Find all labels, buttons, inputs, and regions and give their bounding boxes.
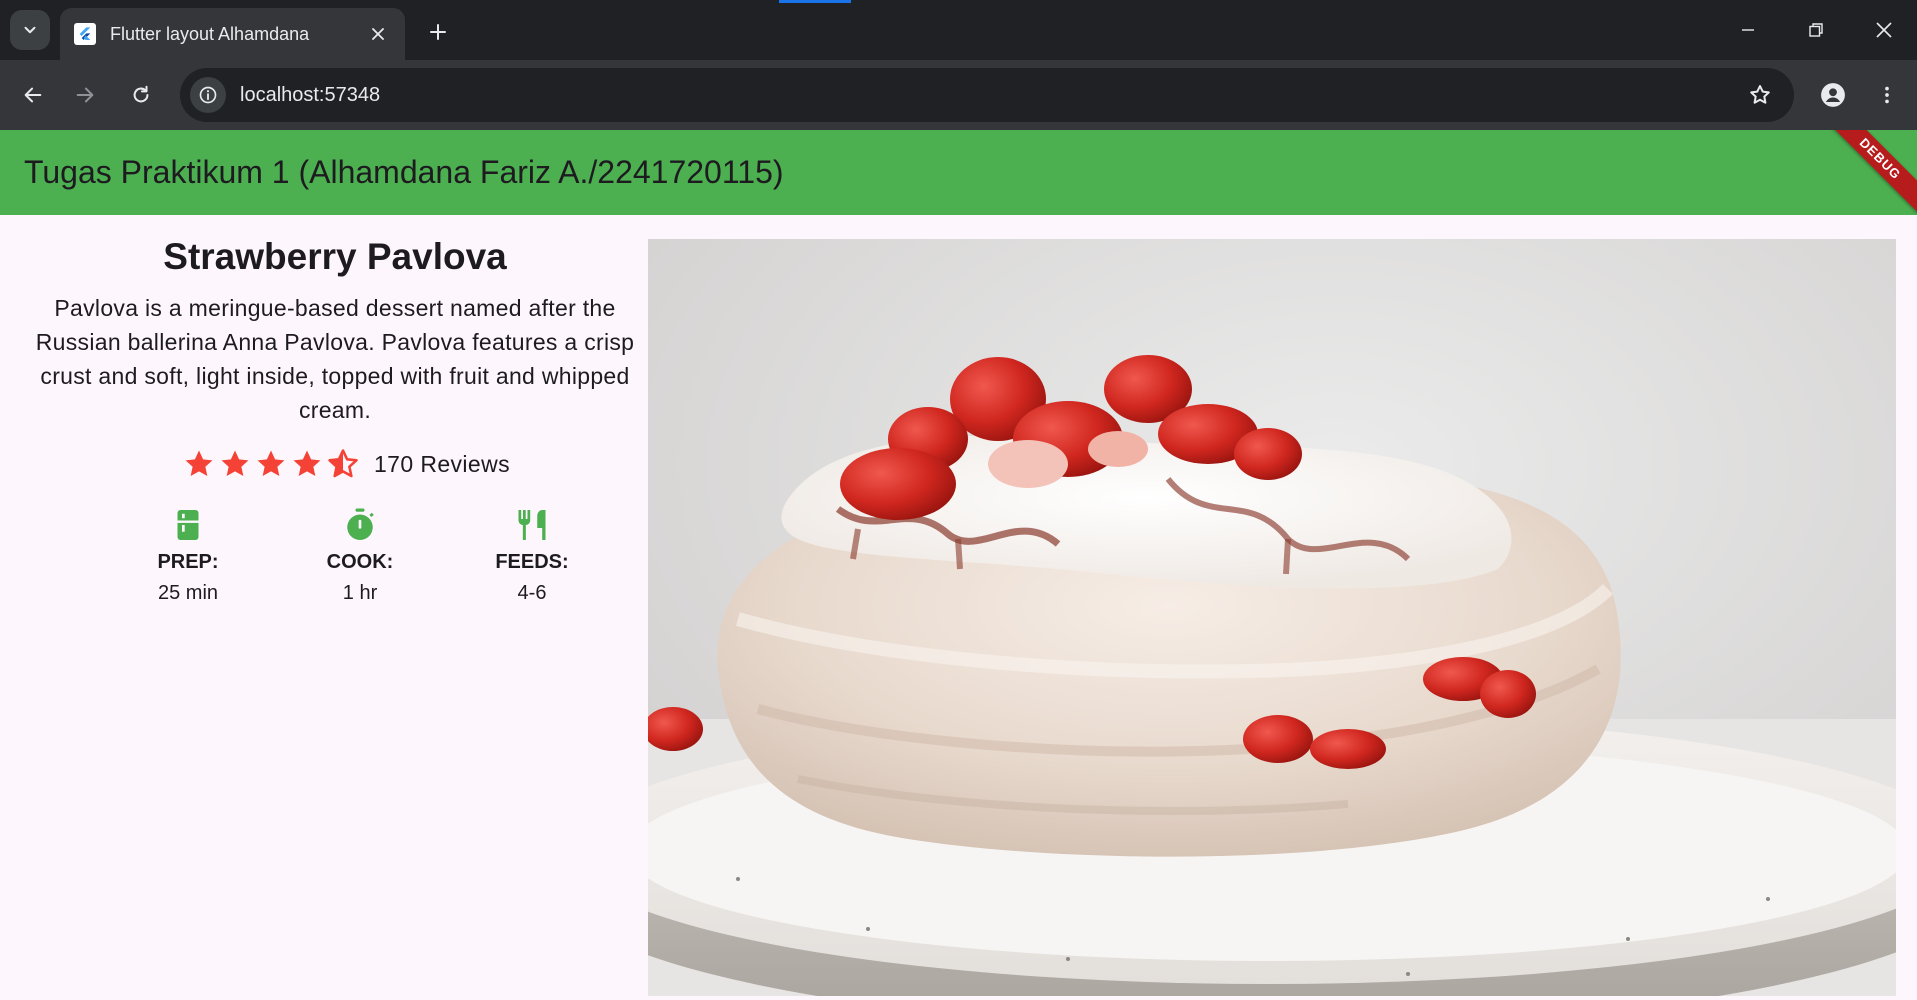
- info-feeds: FEEDS: 4-6: [446, 507, 618, 605]
- close-window-button[interactable]: [1851, 0, 1917, 60]
- person-icon: [1821, 83, 1845, 107]
- new-tab-button[interactable]: [420, 14, 456, 50]
- tab-title: Flutter layout Alhamdana: [110, 23, 310, 44]
- kebab-menu-icon: [1885, 86, 1889, 104]
- info-cook: COOK: 1 hr: [274, 507, 446, 605]
- star-filled-icon: [185, 450, 213, 477]
- strawberry-pavlova-photo: [648, 239, 1896, 996]
- kitchen-icon: [177, 510, 199, 540]
- flutter-logo-icon: [74, 23, 96, 45]
- minimize-icon: [1742, 29, 1754, 31]
- profile-button[interactable]: [1814, 76, 1852, 114]
- star-rating: [182, 447, 360, 481]
- debug-banner: DEBUG: [1819, 130, 1917, 215]
- star-filled-icon: [293, 450, 321, 477]
- tab-strip-accent: [779, 0, 851, 3]
- close-icon: [372, 28, 384, 40]
- url-text[interactable]: localhost:57348: [240, 84, 1740, 107]
- timer-icon: [347, 508, 374, 540]
- review-count: 170 Reviews: [373, 450, 511, 477]
- info-prep-label: PREP:: [157, 551, 219, 573]
- recipe-details: Strawberry Pavlova Pavlova is a meringue…: [20, 235, 650, 605]
- info-cook-label: COOK:: [326, 551, 394, 573]
- arrow-left-icon: [24, 87, 42, 103]
- bookmark-button[interactable]: [1740, 75, 1780, 115]
- back-button[interactable]: [14, 76, 52, 114]
- info-row: PREP: 25 min COOK: 1 hr FEEDS: 4-6: [102, 507, 650, 605]
- info-prep-value: 25 min: [157, 582, 219, 604]
- close-icon: [1876, 22, 1892, 38]
- info-cook-value: 1 hr: [342, 582, 378, 604]
- restore-icon: [1809, 23, 1823, 37]
- browser-menu-button[interactable]: [1868, 76, 1906, 114]
- forward-button[interactable]: [66, 76, 104, 114]
- tab-close-button[interactable]: [365, 21, 391, 47]
- info-feeds-value: 4-6: [517, 582, 547, 604]
- site-info-button[interactable]: [190, 77, 226, 113]
- star-filled-icon: [257, 450, 285, 477]
- rating-row: 170 Reviews: [42, 447, 650, 481]
- app-bar-title: Tugas Praktikum 1 (Alhamdana Fariz A./22…: [24, 154, 784, 190]
- info-prep: PREP: 25 min: [102, 507, 274, 605]
- restaurant-icon: [518, 510, 546, 540]
- recipe-title: Strawberry Pavlova: [163, 236, 507, 277]
- reload-icon: [133, 85, 149, 103]
- minimize-button[interactable]: [1715, 0, 1781, 60]
- star-outline-icon: [1750, 85, 1770, 104]
- browser-tab-active[interactable]: Flutter layout Alhamdana: [60, 8, 405, 60]
- recipe-page: Strawberry Pavlova Pavlova is a meringue…: [0, 215, 1917, 1000]
- app-bar: Tugas Praktikum 1 (Alhamdana Fariz A./22…: [0, 130, 1917, 215]
- chevron-down-icon: [24, 26, 36, 34]
- arrow-right-icon: [76, 87, 94, 103]
- address-bar[interactable]: localhost:57348: [180, 68, 1794, 122]
- browser-tabstrip: Flutter layout Alhamdana: [0, 0, 1917, 60]
- tab-search-button[interactable]: [10, 10, 50, 50]
- star-half-icon: [328, 449, 358, 478]
- info-feeds-label: FEEDS:: [495, 551, 569, 573]
- browser-toolbar: localhost:57348: [0, 60, 1917, 130]
- reload-button[interactable]: [122, 76, 160, 114]
- recipe-description: Pavlova is a meringue-based dessert name…: [35, 295, 635, 423]
- recipe-image: [648, 239, 1896, 996]
- star-filled-icon: [221, 450, 249, 477]
- plus-icon: [430, 24, 446, 40]
- restore-button[interactable]: [1783, 0, 1849, 60]
- info-icon: [199, 86, 217, 104]
